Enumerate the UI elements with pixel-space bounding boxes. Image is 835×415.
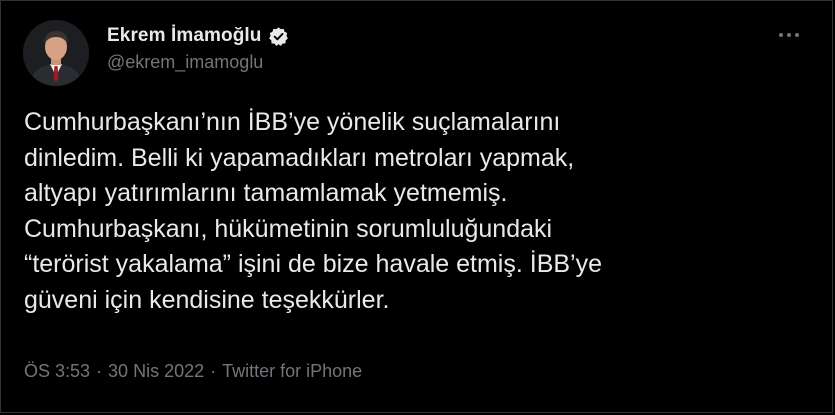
- avatar-image: [23, 20, 89, 86]
- more-icon: [779, 33, 799, 37]
- tweet-time[interactable]: ÖS 3:53: [24, 361, 90, 382]
- meta-separator: ·: [96, 361, 103, 381]
- meta-separator: ·: [210, 361, 217, 381]
- author-name-row: Ekrem İmamoğlu: [107, 25, 289, 47]
- tweet-date[interactable]: 30 Nis 2022: [108, 361, 204, 382]
- author-handle[interactable]: @ekrem_imamoglu: [107, 52, 263, 73]
- verified-badge-icon: [268, 26, 289, 47]
- more-button[interactable]: [774, 23, 804, 47]
- avatar[interactable]: [23, 20, 89, 86]
- tweet-text: Cumhurbaşkanı’nın İBB’ye yönelik suçlama…: [24, 108, 603, 314]
- tweet-card: Ekrem İmamoğlu @ekrem_imamoglu Cumhurbaş…: [0, 0, 833, 413]
- tweet-meta: ÖS 3:53 · 30 Nis 2022 · Twitter for iPho…: [24, 361, 362, 382]
- author-display-name[interactable]: Ekrem İmamoğlu: [107, 25, 262, 47]
- tweet-source[interactable]: Twitter for iPhone: [222, 361, 362, 382]
